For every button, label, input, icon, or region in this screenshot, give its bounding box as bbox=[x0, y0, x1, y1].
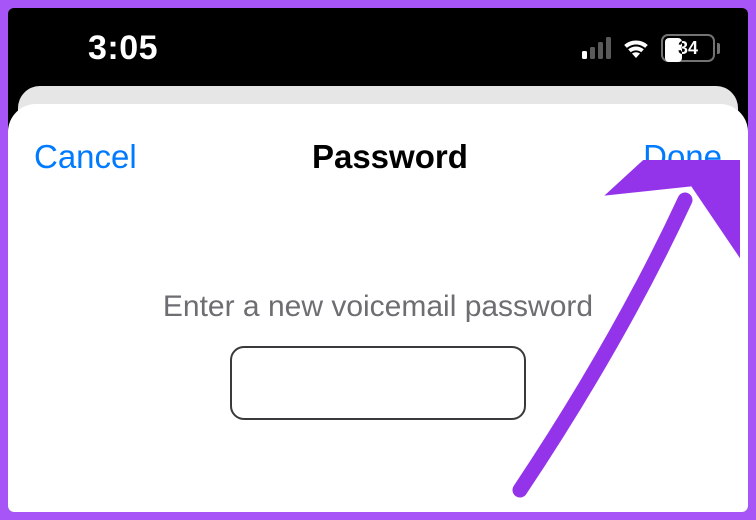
voicemail-password-input[interactable] bbox=[230, 346, 526, 420]
sheet-title: Password bbox=[137, 138, 643, 176]
battery-percent: 34 bbox=[665, 38, 711, 59]
done-button[interactable]: Done bbox=[643, 138, 722, 176]
battery-indicator: 34 bbox=[661, 34, 720, 62]
device-frame: 3:05 34 Cancel bbox=[8, 8, 748, 512]
status-indicators: 34 bbox=[582, 34, 720, 62]
prompt-label: Enter a new voicemail password bbox=[34, 290, 722, 324]
modal-sheet: Cancel Password Done Enter a new voicema… bbox=[8, 104, 748, 512]
status-bar: 3:05 34 bbox=[8, 8, 748, 80]
sheet-header: Cancel Password Done bbox=[34, 138, 722, 176]
cellular-signal-icon bbox=[582, 37, 611, 59]
wifi-icon bbox=[621, 37, 651, 59]
status-time: 3:05 bbox=[36, 29, 158, 68]
cancel-button[interactable]: Cancel bbox=[34, 138, 137, 176]
